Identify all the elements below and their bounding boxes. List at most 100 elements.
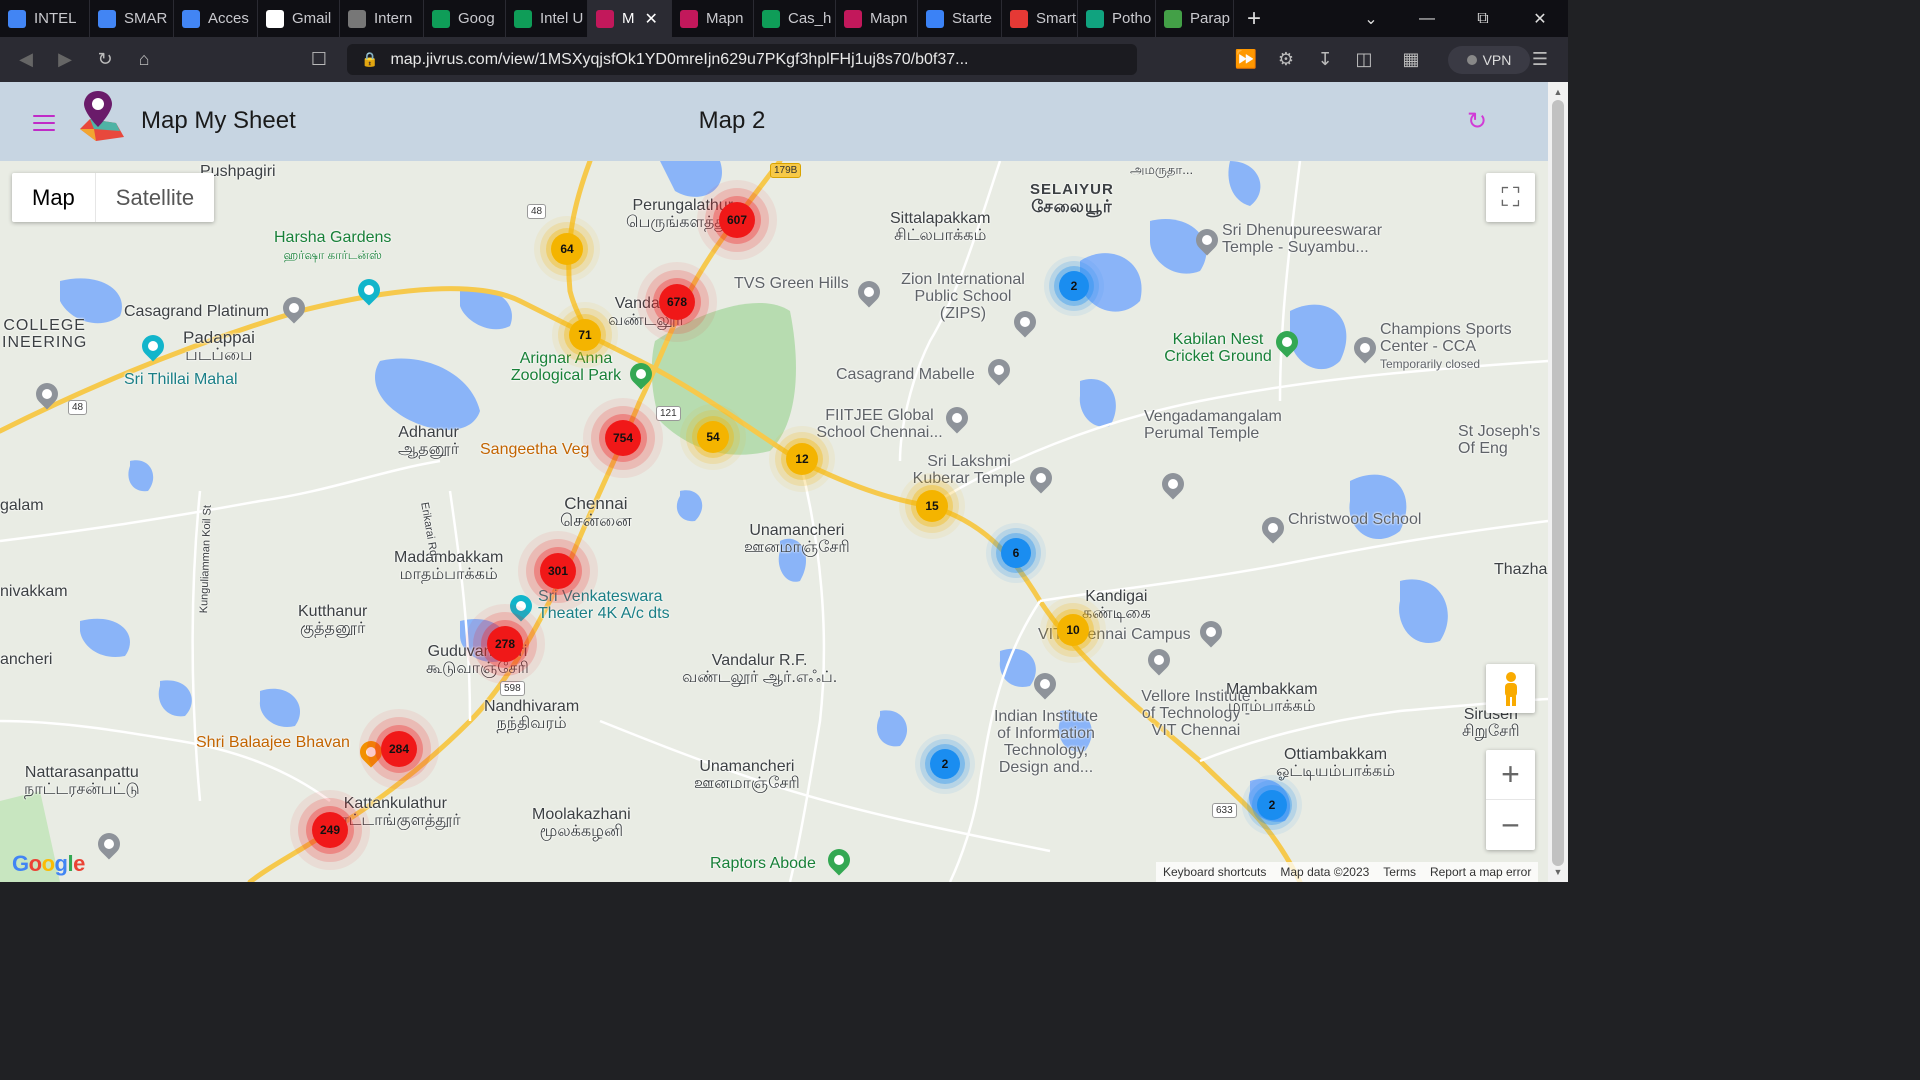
marker-cluster[interactable]: 249 <box>312 812 348 848</box>
attribution-link[interactable]: Map data ©2023 <box>1273 865 1376 879</box>
place-label: Zion International Public School (ZIPS) <box>901 271 1025 322</box>
sidebar-icon[interactable]: ◫ <box>1348 43 1380 75</box>
vpn-button[interactable]: VPN <box>1448 46 1530 74</box>
fullscreen-icon[interactable]: ⛶ <box>1486 173 1535 222</box>
place-label: Indian Institute of Information Technolo… <box>993 708 1099 776</box>
browser-tab[interactable]: Intel U <box>506 0 588 37</box>
marker-cluster[interactable]: 678 <box>659 284 695 320</box>
close-tab-icon[interactable]: ✕ <box>645 9 658 29</box>
browser-tab[interactable]: Gmail <box>258 0 340 37</box>
place-label: Casagrand Platinum <box>124 303 269 320</box>
marker-cluster[interactable]: 6 <box>1001 538 1031 568</box>
lock-icon: 🔒 <box>361 51 379 67</box>
place-label: FIITJEE Global School Chennai... <box>816 407 943 441</box>
marker-cluster[interactable]: 2 <box>1257 790 1287 820</box>
place-label: Sri Thillai Mahal <box>124 371 238 388</box>
tab-label: Intel U <box>540 10 584 27</box>
place-label: Sri Lakshmi Kuberar Temple <box>912 453 1026 487</box>
browser-tab[interactable]: M ✕ <box>588 0 672 37</box>
marker-cluster[interactable]: 71 <box>569 319 601 351</box>
browser-tab[interactable]: Parap <box>1156 0 1234 37</box>
docs-icon <box>8 9 26 28</box>
page-scrollbar[interactable]: ▲ ▼ <box>1548 82 1568 882</box>
place-label: Kandigai கண்டிகை <box>1082 588 1151 622</box>
browser-tab[interactable]: Cas_h <box>754 0 836 37</box>
attribution-link[interactable]: Report a map error <box>1423 865 1538 879</box>
chevron-down-icon[interactable]: ⌄ <box>1343 0 1399 37</box>
attribution-link[interactable]: Keyboard shortcuts <box>1156 865 1273 879</box>
route-shield: 48 <box>527 204 547 219</box>
browser-tab[interactable]: Intern <box>340 0 424 37</box>
browser-tab[interactable]: Potho <box>1078 0 1156 37</box>
reload-icon[interactable]: ↻ <box>89 43 121 75</box>
marker-cluster[interactable]: 12 <box>786 443 818 475</box>
tab-label: Parap <box>1190 10 1231 27</box>
place-label: Unamancheri ஊனமாஞ்சேரி <box>744 522 850 556</box>
google-logo: Google <box>12 851 85 876</box>
restore-icon[interactable]: ⧉ <box>1455 0 1511 37</box>
zoom-out-button[interactable]: − <box>1486 800 1535 850</box>
route-shield: 598 <box>500 681 525 696</box>
home-icon[interactable]: ⌂ <box>128 43 160 75</box>
close-window-icon[interactable]: ✕ <box>1512 0 1568 37</box>
browser-tab[interactable]: Acces <box>174 0 258 37</box>
tab-label: Gmail <box>292 10 332 27</box>
place-label: Champions Sports Center - CCA Temporarily… <box>1380 321 1512 371</box>
marker-cluster[interactable]: 754 <box>605 420 641 456</box>
address-bar[interactable]: 🔒 map.jivrus.com/view/1MSXyqjsfOk1YD0mre… <box>347 44 1137 75</box>
marker-cluster[interactable]: 607 <box>719 202 755 238</box>
browser-tab[interactable]: Goog <box>424 0 506 37</box>
browser-tab[interactable]: Mapn <box>836 0 918 37</box>
new-tab-button[interactable]: + <box>1234 5 1274 33</box>
place-label: Sittalapakkam சிட்லபாக்கம் <box>890 210 991 244</box>
zoom-in-button[interactable]: + <box>1486 750 1535 800</box>
marker-cluster[interactable]: 64 <box>551 233 583 265</box>
place-label: Vengadamangalam Perumal Temple <box>1144 408 1282 442</box>
scroll-down-icon[interactable]: ▼ <box>1548 864 1568 880</box>
marker-cluster[interactable]: 10 <box>1057 614 1089 646</box>
google-icon <box>266 9 284 28</box>
route-shield: 48 <box>68 400 88 415</box>
marker-cluster[interactable]: 278 <box>487 626 523 662</box>
marker-cluster[interactable]: 15 <box>916 490 948 522</box>
map-type-satellite-button[interactable]: Satellite <box>96 173 214 222</box>
browser-tab[interactable]: SMAR <box>90 0 174 37</box>
tab-label: Intern <box>374 10 413 27</box>
place-label: Thazha <box>1494 561 1548 578</box>
robot-icon <box>1164 9 1182 28</box>
scroll-up-icon[interactable]: ▲ <box>1548 84 1568 100</box>
extensions-icon[interactable]: ⚙ <box>1270 43 1302 75</box>
browser-tab[interactable]: Mapn <box>672 0 754 37</box>
place-label: Mambakkam மாம்பாக்கம் <box>1226 681 1318 715</box>
marker-cluster[interactable]: 301 <box>540 553 576 589</box>
tab-label: SMAR <box>124 10 168 27</box>
marker-cluster[interactable]: 284 <box>381 731 417 767</box>
attribution-link[interactable]: Terms <box>1376 865 1423 879</box>
browser-tab[interactable]: Starte <box>918 0 1002 37</box>
browser-tab[interactable]: Smart <box>1002 0 1078 37</box>
download-icon[interactable]: ↧ <box>1309 43 1341 75</box>
tab-label: Starte <box>952 10 993 27</box>
marker-cluster[interactable]: 2 <box>930 749 960 779</box>
place-label: Casagrand Mabelle <box>836 366 975 383</box>
forward-icon[interactable]: ▶ <box>49 43 81 75</box>
globe-icon <box>348 9 366 28</box>
marker-cluster[interactable]: 54 <box>697 421 729 453</box>
tab-label: Mapn <box>870 10 908 27</box>
sheets-plus-icon <box>514 9 532 28</box>
minimize-icon[interactable]: — <box>1399 0 1455 37</box>
place-label: galam <box>0 497 44 514</box>
map-type-map-button[interactable]: Map <box>12 173 96 222</box>
wallet-icon[interactable]: ▦ <box>1395 43 1427 75</box>
marker-cluster[interactable]: 2 <box>1059 271 1089 301</box>
browser-tab[interactable]: INTEL <box>0 0 90 37</box>
balloon-icon <box>1010 9 1028 28</box>
back-icon[interactable]: ◀ <box>10 43 42 75</box>
media-icon[interactable]: ⏩ <box>1230 43 1262 75</box>
bookmark-icon[interactable]: ☐ <box>303 43 335 75</box>
sheets-icon <box>432 9 450 28</box>
scrollbar-thumb[interactable] <box>1552 100 1564 866</box>
street-view-pegman-icon[interactable] <box>1486 664 1535 713</box>
refresh-icon[interactable]: ↻ <box>1464 109 1490 135</box>
map-canvas[interactable]: Pushpagiri Harsha Gardens ஹர்ஷா கார்டன்ஸ்… <box>0 161 1548 882</box>
